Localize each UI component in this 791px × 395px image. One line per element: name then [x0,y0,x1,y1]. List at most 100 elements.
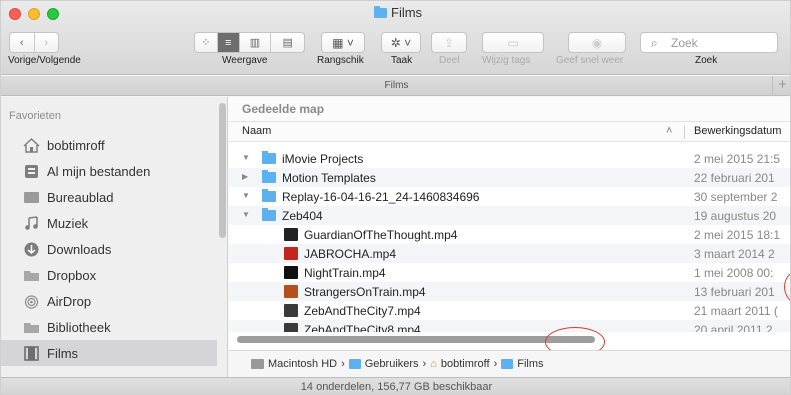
search-field[interactable]: ⌕ Zoek [640,32,778,53]
downloads-icon [23,242,40,257]
list-item-motion-templates[interactable]: ▶ Motion Templates 22 februari 201 [229,168,790,187]
disclosure-open-icon[interactable]: ▼ [242,191,250,200]
sidebar-scrollbar[interactable] [219,103,226,238]
sidebar-item-label: Bureaublad [47,189,114,205]
arrange-label: Rangschik [317,55,364,66]
search-label: Zoek [695,55,718,66]
breadcrumb-item[interactable]: Gebruikers [365,358,419,370]
list-view-icon: ≡ [224,36,232,49]
sidebar-item-all-files[interactable]: Al mijn bestanden [1,158,217,184]
films-icon [23,345,40,361]
column-name-header[interactable]: Naam [242,125,271,137]
horizontal-scrollbar[interactable] [237,336,595,343]
breadcrumb-item[interactable]: bobtimroff [441,358,490,370]
new-tab-button[interactable]: + [772,76,790,96]
file-date: 2 mei 2015 18:1 [694,228,781,242]
file-date: 1 mei 2008 00: [694,266,774,280]
list-item-replay[interactable]: ▼ Replay-16-04-16-21_24-1460834696 30 se… [229,187,790,206]
chevron-right-icon: › [341,358,345,370]
column-date-header[interactable]: Bewerkingsdatum [694,125,781,137]
all-files-icon [23,164,40,179]
column-view-icon: ▥ [249,37,261,49]
chevron-left-icon: ‹ [19,36,24,49]
video-thumbnail-icon [284,285,298,298]
file-name: ZebAndTheCity8.mp4 [304,323,421,332]
view-coverflow-button[interactable]: ▤ [271,33,304,52]
plus-icon: + [778,76,787,93]
file-name: ZebAndTheCity7.mp4 [304,304,421,318]
eye-icon: ◉ [591,35,603,50]
view-switcher: ⁘ ≡ ▥ ▤ [194,32,305,53]
folder-icon [262,170,276,183]
sidebar-item-label: Dropbox [47,267,97,283]
status-bar: 14 onderdelen, 156,77 GB beschikbaar [1,377,790,394]
list-item-video[interactable]: GuardianOfTheThought.mp4 2 mei 2015 18:1 [229,225,790,244]
breadcrumb-item[interactable]: Films [517,358,543,370]
action-button[interactable]: ✲ ˅ [381,32,421,53]
search-placeholder: Zoek [671,35,698,50]
file-name: StrangersOnTrain.mp4 [304,285,426,299]
list-item-video[interactable]: JABROCHA.mp4 3 maart 2014 2 [229,244,790,263]
sidebar-item-label: Bibliotheek [47,319,111,335]
zoom-button[interactable] [47,8,59,20]
folder-icon [501,359,514,369]
folder-icon [262,151,276,164]
folder-icon [262,208,276,221]
list-item-video[interactable]: ZebAndTheCity8.mp4 20 april 2011 2 [229,320,790,332]
list-item-zeb404[interactable]: ▼ Zeb404 19 augustus 20 [229,206,790,225]
disclosure-closed-icon[interactable]: ▶ [242,172,248,181]
finder-window: Films ‹ › Vorige/Volgende ⁘ ≡ ▥ ▤ Weerga… [0,0,791,395]
arrange-button[interactable]: ▦ ˅ [321,32,365,53]
sidebar-item-music[interactable]: Muziek [1,210,217,236]
sidebar-item-label: Muziek [47,215,89,231]
tab-title[interactable]: Films [385,80,409,91]
chevron-right-icon: › [422,358,427,370]
close-button[interactable] [9,8,21,20]
folder-icon [23,320,40,335]
sort-ascending-icon: ˄ [666,125,673,137]
sidebar-item-label: AirDrop [47,293,92,309]
sidebar-item-desktop[interactable]: Bureaublad [1,184,217,210]
view-list-button[interactable]: ≡ [217,33,240,52]
sidebar-item-films[interactable]: Films [1,340,217,366]
section-header: Gedeelde map [229,97,790,121]
back-button[interactable]: ‹ [10,33,35,52]
file-date: 3 maart 2014 2 [694,247,775,261]
file-name: JABROCHA.mp4 [304,247,397,261]
disclosure-open-icon[interactable]: ▼ [242,210,250,219]
file-date: 13 februari 201 [694,285,775,299]
file-list: Gedeelde map Naam ˄ Bewerkingsdatum ▼ iM… [229,97,790,377]
disclosure-open-icon[interactable]: ▼ [242,153,250,162]
column-header: Naam ˄ Bewerkingsdatum [229,121,790,142]
file-date: 22 februari 201 [694,171,775,185]
list-item-imovie-projects[interactable]: ▼ iMovie Projects 2 mei 2015 21:5 [229,149,790,168]
sidebar-item-airdrop[interactable]: AirDrop [1,288,217,314]
sidebar-item-downloads[interactable]: Downloads [1,236,217,262]
folder-icon [348,359,361,369]
view-label: Weergave [222,55,268,66]
video-thumbnail-icon [284,247,298,260]
file-date: 20 april 2011 2 [694,323,773,332]
tag-icon: ▭ [507,35,519,50]
breadcrumb-item[interactable]: Macintosh HD [268,358,337,370]
list-item-video[interactable]: NightTrain.mp4 1 mei 2008 00: [229,263,790,282]
column-separator[interactable] [684,126,685,139]
list-item-video[interactable]: StrangersOnTrain.mp4 13 februari 201 [229,282,790,301]
share-icon: ⇪ [443,35,455,50]
sidebar-item-dropbox[interactable]: Dropbox [1,262,217,288]
sidebar-item-library[interactable]: Bibliotheek [1,314,217,340]
minimize-button[interactable] [28,8,40,20]
gear-icon: ✲ ˅ [390,35,412,50]
breadcrumb: Macintosh HD › Gebruikers › ⌂ bobtimroff… [229,350,790,377]
view-icons-button[interactable]: ⁘ [195,33,218,52]
file-name: iMovie Projects [282,152,364,166]
edit-tags-button[interactable]: ▭ [482,32,544,53]
forward-button[interactable]: › [35,33,59,52]
search-icon: ⌕ [651,36,658,50]
share-button[interactable]: ⇪ [431,32,467,53]
sidebar-item-bobtimroff[interactable]: bobtimroff [1,132,217,158]
view-columns-button[interactable]: ▥ [240,33,272,52]
quicklook-button[interactable]: ◉ [568,32,626,53]
list-item-video[interactable]: ZebAndTheCity7.mp4 21 maart 2011 ( [229,301,790,320]
file-name: Motion Templates [282,171,376,185]
